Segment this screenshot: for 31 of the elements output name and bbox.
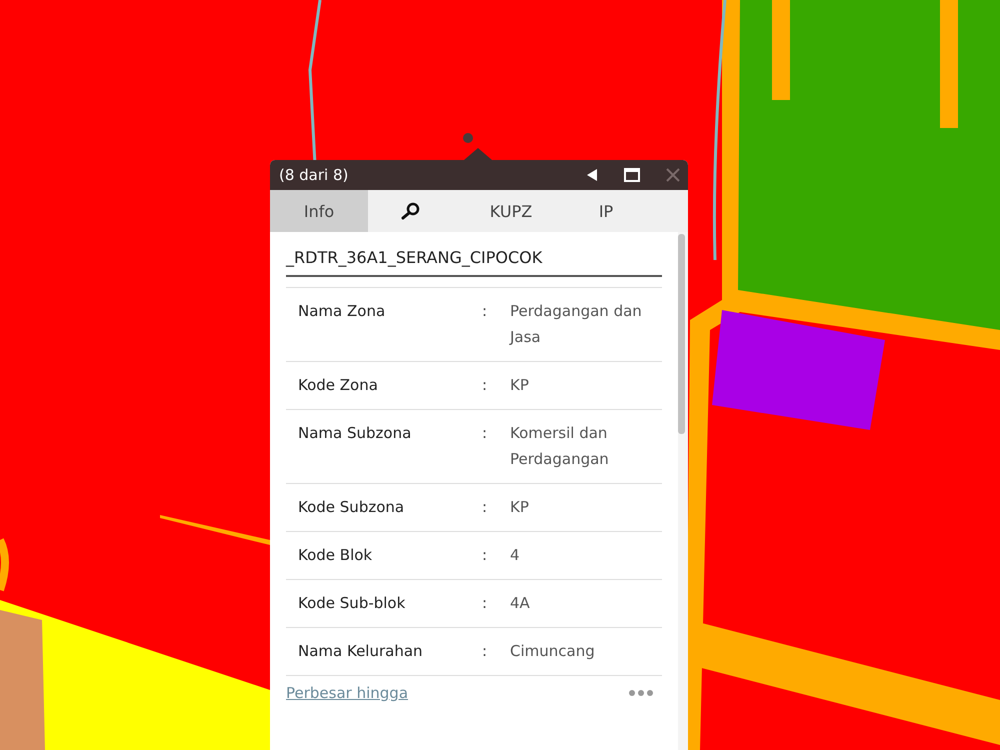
field-label: Nama Zona bbox=[298, 301, 386, 322]
popup-title: (8 dari 8) bbox=[279, 166, 348, 184]
field-label: Kode Sub-blok bbox=[298, 593, 406, 614]
maximize-icon[interactable] bbox=[624, 168, 640, 182]
search-icon bbox=[400, 202, 422, 220]
field-value: KP bbox=[510, 375, 530, 396]
field-value: Perdagangan dan Jasa bbox=[510, 301, 643, 348]
zoom-to-link[interactable]: Perbesar hingga bbox=[286, 684, 408, 702]
field-label: Kode Blok bbox=[298, 545, 374, 566]
feature-title: _RDTR_36A1_SERANG_CIPOCOK bbox=[286, 232, 662, 277]
colon-separator: : bbox=[482, 641, 488, 662]
colon-separator: : bbox=[482, 301, 488, 322]
colon-separator: : bbox=[482, 497, 488, 518]
field-value: Cimuncang bbox=[510, 641, 596, 662]
field-label: Kode Zona bbox=[298, 375, 379, 396]
colon-separator: : bbox=[482, 423, 488, 444]
colon-separator: : bbox=[482, 545, 488, 566]
scrollbar-thumb[interactable] bbox=[678, 234, 685, 434]
field-label: Nama Subzona bbox=[298, 423, 412, 444]
scrollbar[interactable] bbox=[678, 232, 688, 750]
colon-separator: : bbox=[482, 375, 488, 396]
field-value: 4A bbox=[510, 593, 531, 614]
colon-separator: : bbox=[482, 593, 488, 614]
field-value: 4 bbox=[510, 545, 521, 566]
field-label: Nama Kelurahan bbox=[298, 641, 424, 662]
previous-icon[interactable] bbox=[586, 168, 598, 182]
more-icon[interactable] bbox=[628, 689, 654, 697]
field-label: Kode Subzona bbox=[298, 497, 406, 518]
tab[interactable]: Info bbox=[270, 190, 368, 232]
field-value: KP bbox=[510, 497, 530, 518]
field-value: Komersil dan Perdagangan bbox=[510, 423, 610, 470]
